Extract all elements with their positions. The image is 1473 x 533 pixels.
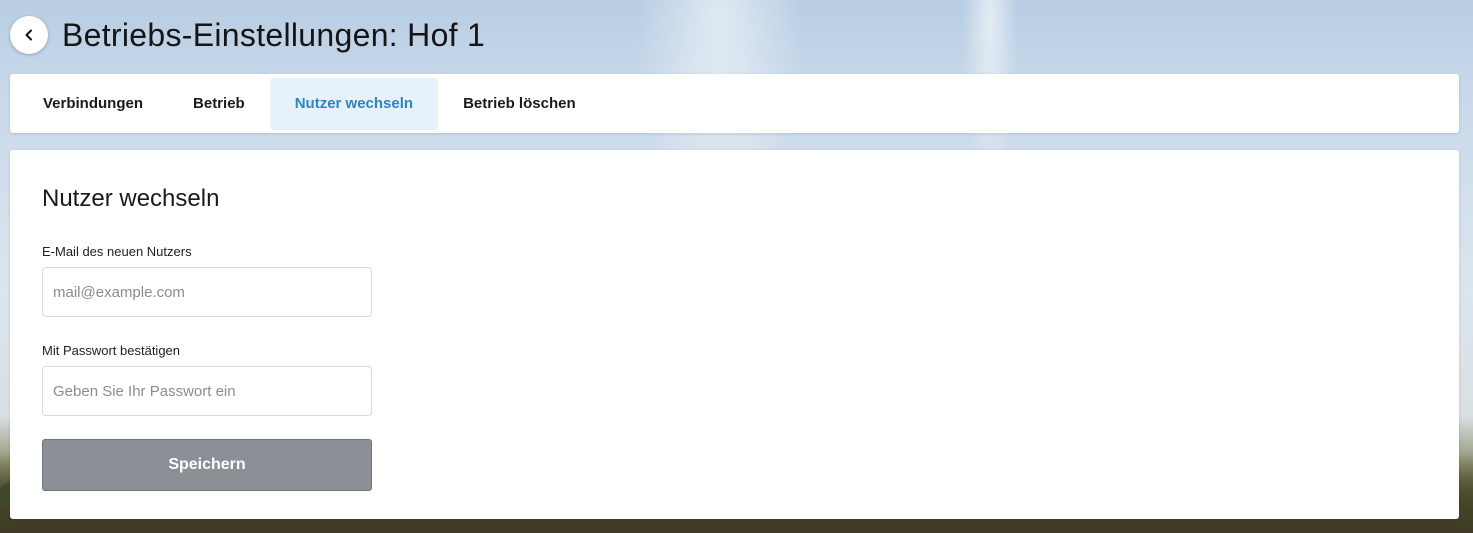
tab-betrieb[interactable]: Betrieb [168,78,270,130]
section-title: Nutzer wechseln [42,185,220,212]
password-input[interactable] [42,366,372,416]
page-header: Betriebs-Einstellungen: Hof 1 [10,14,485,56]
tab-verbindungen[interactable]: Verbindungen [18,78,168,130]
user-change-panel: Nutzer wechseln E-Mail des neuen Nutzers… [10,150,1459,519]
tab-bar: Verbindungen Betrieb Nutzer wechseln Bet… [10,74,1459,133]
password-label: Mit Passwort bestätigen [42,343,181,358]
email-label: E-Mail des neuen Nutzers [42,244,192,259]
tab-nutzer-wechseln[interactable]: Nutzer wechseln [269,77,439,130]
tab-betrieb-loeschen[interactable]: Betrieb löschen [438,78,601,130]
save-button[interactable]: Speichern [42,439,372,491]
chevron-left-icon [25,29,32,41]
page-title: Betriebs-Einstellungen: Hof 1 [62,16,486,53]
back-button[interactable] [10,16,48,54]
email-input[interactable] [42,267,372,317]
